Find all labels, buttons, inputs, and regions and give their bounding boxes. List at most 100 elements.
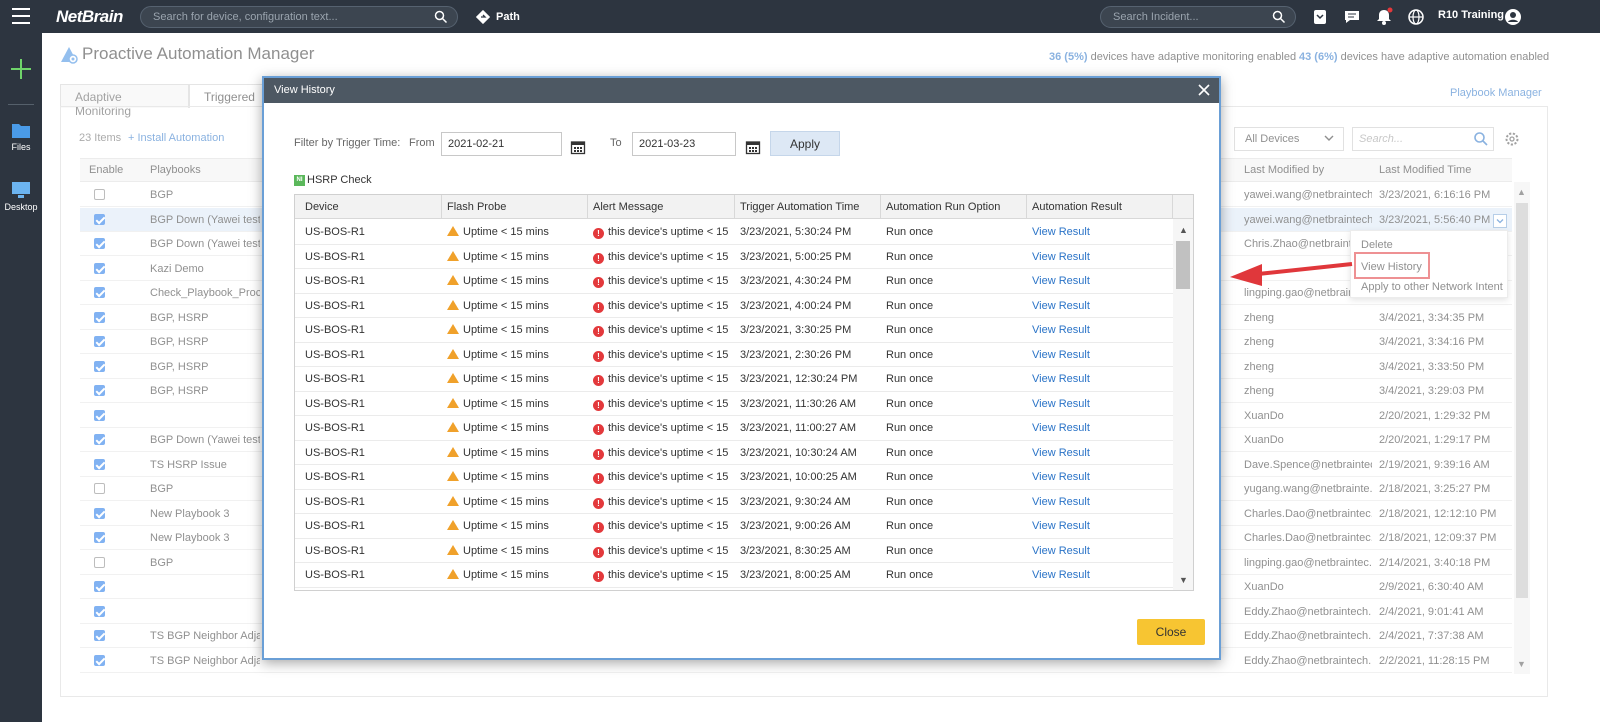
history-row[interactable]: US-BOS-R1 Uptime < 15 mins! this device's … — [295, 294, 1173, 318]
col-automation-result[interactable]: Automation Result — [1032, 201, 1122, 213]
view-result-link[interactable]: View Result — [1032, 569, 1168, 581]
incident-icon[interactable] — [1310, 7, 1330, 27]
col-trigger-time[interactable]: Trigger Automation Time — [740, 201, 859, 213]
device-cell-text: US-BOS-R1 — [305, 275, 365, 287]
add-icon[interactable] — [9, 57, 33, 81]
run-option-cell: Run once — [886, 251, 1022, 263]
view-result-link[interactable]: View Result — [1032, 398, 1168, 410]
trigger-time-cell-text: 3/23/2021, 2:30:26 PM — [740, 348, 852, 361]
col-device[interactable]: Device — [305, 201, 339, 213]
alert-message-cell: ! this device's uptime < 15 ... — [593, 373, 731, 386]
run-option-cell-text: Run once — [886, 520, 934, 532]
history-row[interactable]: US-BOS-R1 Uptime < 15 mins! this device's … — [295, 392, 1173, 416]
column-divider — [734, 195, 735, 219]
search-icon[interactable] — [434, 10, 448, 24]
flash-probe-cell: Uptime < 15 mins — [447, 373, 583, 385]
close-button[interactable]: Close — [1137, 619, 1205, 645]
history-row[interactable]: US-BOS-R1 Uptime < 15 mins! this device's … — [295, 269, 1173, 294]
warning-icon — [447, 324, 459, 334]
view-result-link[interactable]: View Result — [1032, 275, 1168, 287]
view-result-link[interactable]: View Result — [1032, 545, 1168, 557]
scroll-up-icon[interactable]: ▲ — [1179, 225, 1188, 235]
flash-probe-cell: Uptime < 15 mins — [447, 544, 583, 557]
view-result-link[interactable]: View Result — [1032, 349, 1168, 361]
trigger-time-cell: 3/23/2021, 2:30:26 PM — [740, 349, 876, 361]
run-option-cell-text: Run once — [886, 397, 934, 410]
error-icon: ! — [593, 448, 604, 460]
col-alert-message[interactable]: Alert Message — [593, 201, 663, 213]
alert-message-cell-text: this device's uptime < 15 ... — [608, 275, 731, 287]
run-option-cell: Run once — [886, 520, 1022, 532]
column-divider — [1026, 195, 1027, 219]
from-date-input[interactable]: 2021-02-21 — [441, 132, 562, 156]
nav-files-label: Files — [11, 142, 31, 152]
menu-icon[interactable] — [12, 8, 30, 24]
warning-icon — [447, 471, 459, 481]
user-domain-label[interactable]: R10 Training — [1438, 9, 1504, 21]
history-row[interactable]: US-BOS-R1 Uptime < 15 mins! this device's … — [295, 367, 1173, 392]
view-result-link[interactable]: View Result — [1032, 422, 1168, 434]
view-result-link[interactable]: View Result — [1032, 226, 1168, 238]
device-cell-text: US-BOS-R1 — [305, 226, 365, 238]
run-option-cell: Run once — [886, 300, 1022, 312]
path-button[interactable]: Path — [476, 6, 520, 28]
alert-message-cell: ! this device's uptime < 15 ... — [593, 251, 731, 264]
trigger-time-cell: 3/23/2021, 5:30:24 PM — [740, 226, 876, 238]
trigger-time-cell-text: 3/23/2021, 5:30:24 PM — [740, 226, 852, 238]
view-result-link[interactable]: View Result — [1032, 373, 1168, 385]
nav-desktop[interactable]: Desktop — [0, 181, 42, 212]
run-option-cell-text: Run once — [886, 226, 934, 238]
scroll-down-icon[interactable]: ▼ — [1179, 575, 1188, 585]
history-row[interactable]: US-BOS-R1 Uptime < 15 mins! this device's … — [295, 318, 1173, 343]
run-option-cell-text: Run once — [886, 299, 934, 312]
view-result-link[interactable]: View Result — [1032, 496, 1168, 508]
search-icon[interactable] — [1272, 10, 1286, 24]
alert-message-cell: ! this device's uptime < 15 ... — [593, 226, 731, 239]
globe-icon[interactable] — [1406, 7, 1426, 27]
calendar-icon[interactable] — [570, 139, 586, 155]
nav-desktop-label: Desktop — [4, 202, 38, 212]
flash-probe-cell-text: Uptime < 15 mins — [463, 495, 549, 508]
history-row[interactable]: US-BOS-R1 Uptime < 15 mins! this device's … — [295, 539, 1173, 563]
global-search-input[interactable]: Search for device, configuration text... — [140, 6, 458, 28]
calendar-icon[interactable] — [745, 139, 761, 155]
run-option-cell: Run once — [886, 398, 1022, 410]
to-date-input[interactable]: 2021-03-23 — [632, 132, 736, 156]
notification-bell-icon[interactable] — [1374, 7, 1394, 27]
close-icon[interactable] — [1195, 81, 1213, 99]
flash-probe-cell: Uptime < 15 mins — [447, 324, 583, 336]
view-result-link[interactable]: View Result — [1032, 324, 1168, 336]
history-row[interactable]: US-BOS-R1 Uptime < 15 mins! this device's … — [295, 490, 1173, 514]
view-result-link[interactable]: View Result — [1032, 251, 1168, 263]
flash-probe-cell-text: Uptime < 15 mins — [463, 348, 549, 361]
history-row[interactable]: US-BOS-R1 Uptime < 15 mins! this device's … — [295, 465, 1173, 490]
history-row[interactable]: US-BOS-R1 Uptime < 15 mins! this device's … — [295, 343, 1173, 367]
view-result-link[interactable]: View Result — [1032, 471, 1168, 483]
view-result-link[interactable]: View Result — [1032, 520, 1168, 532]
history-row[interactable]: US-BOS-R1 Uptime < 15 mins! this device's … — [295, 416, 1173, 441]
col-flash-probe[interactable]: Flash Probe — [447, 201, 506, 213]
history-row[interactable]: US-BOS-R1 Uptime < 15 mins! this device's … — [295, 245, 1173, 269]
warning-icon — [447, 250, 459, 261]
error-icon: ! — [593, 301, 604, 313]
error-icon: ! — [593, 375, 604, 386]
chat-icon[interactable] — [1342, 7, 1362, 27]
history-row[interactable]: US-BOS-R1 Uptime < 15 mins! this device's … — [295, 514, 1173, 539]
view-result-link[interactable]: View Result — [1032, 447, 1168, 459]
device-cell: US-BOS-R1 — [305, 422, 437, 434]
col-run-option[interactable]: Automation Run Option — [886, 201, 1000, 213]
device-cell: US-BOS-R1 — [305, 226, 437, 238]
incident-search-input[interactable]: Search Incident... — [1100, 6, 1296, 28]
grid-scrollbar-thumb[interactable] — [1176, 241, 1190, 289]
history-row[interactable]: US-BOS-R1 Uptime < 15 mins! this device's … — [295, 220, 1173, 245]
alert-message-cell: ! this device's uptime < 15 ... — [593, 447, 731, 460]
user-avatar-icon[interactable] — [1503, 7, 1523, 27]
trigger-time-cell-text: 3/23/2021, 8:30:25 AM — [740, 544, 851, 557]
nav-files[interactable]: Files — [0, 121, 42, 152]
view-result-link[interactable]: View Result — [1032, 300, 1168, 312]
apply-button[interactable]: Apply — [770, 131, 840, 156]
history-row[interactable]: US-BOS-R1 Uptime < 15 mins! this device's … — [295, 441, 1173, 465]
warning-icon — [447, 544, 459, 555]
device-cell-text: US-BOS-R1 — [305, 446, 365, 459]
history-row[interactable]: US-BOS-R1 Uptime < 15 mins! this device's … — [295, 563, 1173, 588]
